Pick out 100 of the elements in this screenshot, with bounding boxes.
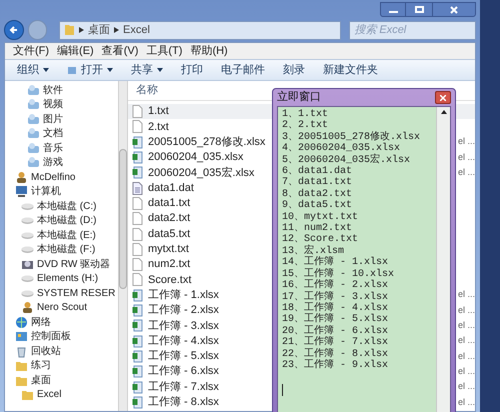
file-name[interactable]: 工作簿 - 8.xlsx [132,394,219,411]
tree-item[interactable]: 文档 [5,126,118,141]
tree-item[interactable]: Elements (H:) [5,272,118,286]
tree-item[interactable]: 网络 [5,315,118,330]
computer-icon [15,185,28,198]
folder-icon [15,359,28,372]
spreadsheet-icon [132,365,143,378]
file-name[interactable]: 20060204_035.xlsx [132,149,244,166]
document-icon [132,196,143,210]
toolbar-button[interactable]: 组织 [17,62,49,78]
document-icon [132,228,143,241]
maximize-button[interactable] [406,2,432,17]
toolbar-button[interactable]: 新建文件夹 [323,62,378,78]
toolbar-button[interactable]: 打开 [67,62,113,78]
window-icon [67,65,77,75]
spreadsheet-icon [132,151,143,164]
tree-item[interactable]: 本地磁盘 (F:) [5,242,118,257]
spreadsheet-icon [132,350,143,363]
address-bar[interactable]: 桌面 Excel [59,20,342,40]
file-name[interactable]: data2.txt [132,210,190,227]
file-type: el ... [458,150,475,164]
minimize-button[interactable] [380,2,406,17]
file-name[interactable]: num2.txt [132,256,190,273]
file-name[interactable]: 20051005_278修改.xlsx [132,134,266,150]
chevron-icon [114,27,119,33]
file-type: el ... [458,319,475,332]
file-name[interactable]: 工作簿 - 2.xlsx [132,302,219,319]
tree-item[interactable]: 图片 [5,112,118,126]
file-name[interactable]: 工作簿 - 5.xlsx [132,348,219,365]
file-name[interactable]: data1.txt [132,195,190,212]
scrollbar[interactable] [436,107,450,412]
person-icon [21,301,34,314]
back-button[interactable] [4,20,24,40]
file-name[interactable]: 工作簿 - 3.xlsx [132,318,219,334]
control-panel-icon [15,330,28,344]
folder-icon [64,24,75,36]
file-name[interactable]: 工作簿 - 1.xlsx [132,286,219,304]
close-icon [450,6,458,14]
menu-item[interactable]: 文件(F) [13,43,50,60]
back-arrow-icon [8,25,19,35]
globe-icon [15,316,28,329]
tree-item[interactable]: 软件 [5,83,118,98]
file-type: el ... [458,288,475,302]
chevron-icon [79,27,84,33]
tree-item[interactable]: 本地磁盘 (D:) [5,214,118,228]
close-button[interactable] [432,2,476,17]
file-name[interactable]: 1.txt [132,103,169,120]
tree-item[interactable]: 视频 [5,98,118,112]
toolbar-button[interactable]: 电子邮件 [221,62,265,78]
file-name[interactable]: 工作簿 - 6.xlsx [132,363,219,380]
tree-item[interactable]: 练习 [5,358,118,373]
file-name[interactable]: 20060204_035宏.xlsx [132,164,254,182]
file-name[interactable]: data1.dat [132,180,194,196]
tree-item[interactable]: 音乐 [5,141,118,156]
toolbar-button[interactable]: 打印 [181,62,203,78]
tree-item[interactable]: Nero Scout [5,300,118,315]
tree-item[interactable]: 游戏 [5,156,118,170]
column-header[interactable]: 名称 [136,82,158,99]
tree-item[interactable]: 控制面板 [5,330,118,344]
toolbar-button[interactable]: 刻录 [283,62,305,78]
tree-item[interactable]: Excel [5,388,118,402]
caret-icon [43,68,49,72]
menu-item[interactable]: 帮助(H) [190,43,228,60]
tree-item[interactable]: 本地磁盘 (E:) [5,228,118,242]
close-button[interactable] [435,91,451,104]
file-name[interactable]: data5.txt [132,226,190,242]
tree-item[interactable]: DVD RW 驱动器 [5,257,118,272]
close-icon [440,94,446,100]
spreadsheet-icon [132,288,143,302]
menu-item[interactable]: 工具(T) [146,43,182,60]
file-name[interactable]: 2.txt [132,118,169,136]
document-icon [132,120,143,134]
tree-item[interactable]: 回收站 [5,344,118,358]
file-name[interactable]: 工作簿 - 7.xlsx [132,378,219,396]
tree-item[interactable]: 计算机 [5,184,118,199]
toolbar-button[interactable]: 共享 [131,62,163,78]
file-name[interactable]: mytxt.txt [132,241,189,258]
file-name[interactable]: 工作簿 - 4.xlsx [132,332,219,350]
file-type: el ... [458,135,475,148]
spreadsheet-icon [132,136,143,149]
menu-item[interactable]: 编辑(E) [57,43,94,60]
library-icon [27,98,40,112]
scrollbar[interactable] [118,81,128,411]
spreadsheet-icon [132,166,143,180]
tree-item[interactable]: 本地磁盘 (C:) [5,199,118,214]
file-name[interactable]: Score.txt [132,272,192,288]
spreadsheet-icon [132,334,143,348]
recycle-bin-icon [15,344,28,358]
tree-item[interactable]: SYSTEM RESER [5,286,118,300]
breadcrumb[interactable]: Excel [123,22,150,38]
tree-item[interactable]: McDelfino [5,170,118,184]
menu-item[interactable]: 查看(V) [102,43,138,60]
library-icon [27,127,40,140]
document-icon [132,242,143,256]
spreadsheet-icon [132,304,143,318]
file-type: el ... [458,334,475,348]
tree-item[interactable]: 桌面 [5,373,118,388]
caret-icon [157,68,163,72]
document-icon [132,273,143,286]
breadcrumb[interactable]: 桌面 [88,22,110,38]
